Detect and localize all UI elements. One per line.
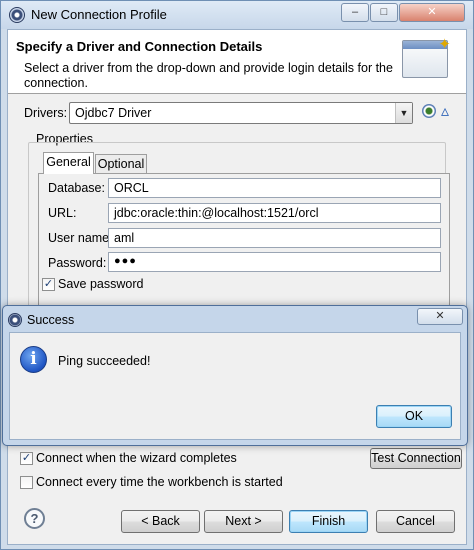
eclipse-icon: [9, 7, 25, 23]
page-title: Specify a Driver and Connection Details: [16, 39, 263, 54]
username-field[interactable]: aml: [108, 228, 441, 248]
username-label: User name:: [48, 231, 113, 245]
save-password-label: Save password: [58, 277, 144, 291]
cancel-button[interactable]: Cancel: [376, 510, 455, 533]
new-driver-icon[interactable]: [422, 104, 436, 118]
success-dialog: Success ✕ i Ping succeeded! OK: [2, 305, 468, 446]
drivers-selected-value: Ojdbc7 Driver: [75, 106, 152, 120]
close-button[interactable]: ✕: [399, 3, 465, 22]
wizard-window-icon: ✦: [402, 36, 451, 78]
connect-on-finish-label: Connect when the wizard completes: [36, 451, 237, 465]
connect-on-startup-checkbox[interactable]: [20, 476, 33, 489]
eclipse-icon: [8, 313, 22, 327]
success-dialog-title: Success: [27, 313, 75, 327]
password-field[interactable]: ●●●: [108, 252, 441, 272]
finish-button[interactable]: Finish: [289, 510, 368, 533]
test-connection-button[interactable]: Test Connection: [370, 448, 462, 469]
password-label: Password:: [48, 256, 107, 270]
connect-on-startup-label: Connect every time the workbench is star…: [36, 475, 283, 489]
wizard-header: Specify a Driver and Connection Details …: [8, 30, 466, 94]
tab-general[interactable]: General: [43, 152, 94, 174]
database-label: Database:: [48, 181, 105, 195]
back-button[interactable]: < Back: [121, 510, 200, 533]
success-client-area: i Ping succeeded! OK: [9, 332, 461, 440]
info-icon: i: [20, 346, 47, 373]
ping-message: Ping succeeded!: [58, 354, 151, 368]
next-button[interactable]: Next >: [204, 510, 283, 533]
page-description: Select a driver from the drop-down and p…: [24, 61, 393, 90]
drivers-dropdown[interactable]: Ojdbc7 Driver ▼: [69, 102, 413, 124]
ok-button[interactable]: OK: [376, 405, 452, 428]
maximize-button[interactable]: □: [370, 3, 398, 22]
connect-on-finish-checkbox[interactable]: ✓: [20, 452, 33, 465]
edit-driver-icon[interactable]: ▵: [441, 101, 449, 121]
url-label: URL:: [48, 206, 77, 220]
main-window-title: New Connection Profile: [31, 7, 167, 22]
drivers-label: Drivers:: [24, 106, 68, 120]
help-icon[interactable]: ?: [24, 508, 45, 529]
chevron-down-icon[interactable]: ▼: [395, 103, 412, 123]
database-field[interactable]: ORCL: [108, 178, 441, 198]
minimize-button[interactable]: –: [341, 3, 369, 22]
tab-optional[interactable]: Optional: [95, 154, 147, 174]
sparkle-icon: ✦: [438, 36, 451, 53]
new-connection-profile-window: New Connection Profile – □ ✕ Specify a D…: [0, 0, 474, 550]
success-close-button[interactable]: ✕: [417, 308, 463, 325]
save-password-checkbox[interactable]: ✓: [42, 278, 55, 291]
main-client-area: Specify a Driver and Connection Details …: [7, 29, 467, 545]
url-field[interactable]: jdbc:oracle:thin:@localhost:1521/orcl: [108, 203, 441, 223]
main-title-bar[interactable]: New Connection Profile – □ ✕: [1, 1, 473, 29]
